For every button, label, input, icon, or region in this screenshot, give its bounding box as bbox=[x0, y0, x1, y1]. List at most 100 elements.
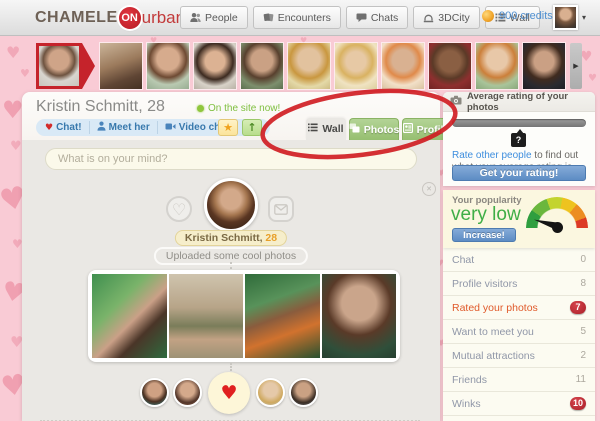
credits-indicator[interactable]: 900 credits bbox=[482, 10, 553, 22]
camera-icon bbox=[450, 95, 462, 108]
liker-avatar[interactable] bbox=[289, 378, 318, 407]
tab-wall-label: Wall bbox=[322, 123, 343, 135]
logo-text-urban: urban bbox=[142, 8, 185, 28]
carousel-photo[interactable] bbox=[429, 43, 471, 89]
heart-pattern-icon: ♥ bbox=[6, 45, 20, 61]
carousel-next-button[interactable]: ▶ bbox=[570, 43, 582, 89]
stat-label: Chat bbox=[452, 254, 474, 266]
status-composer-input[interactable] bbox=[45, 148, 417, 170]
user-menu[interactable]: ▾ bbox=[553, 5, 586, 30]
coin-icon bbox=[482, 10, 494, 22]
chat-button[interactable]: ♥ Chat! bbox=[38, 121, 90, 134]
stat-row-winks[interactable]: Winks 10 bbox=[443, 392, 595, 416]
chat-button-label: Chat! bbox=[56, 122, 82, 133]
city-arch-icon bbox=[423, 12, 434, 23]
profile-header: Kristin Schmitt, 28 On the site now! ♥ C… bbox=[22, 92, 440, 140]
stat-label: Winks bbox=[452, 398, 481, 410]
promo-photo bbox=[36, 43, 82, 89]
tab-photos[interactable]: Photos bbox=[349, 118, 399, 140]
nav-3dcity-button[interactable]: 3DCity bbox=[413, 6, 480, 29]
credits-label: 900 credits bbox=[499, 10, 553, 22]
liker-avatar[interactable] bbox=[256, 378, 285, 407]
get-your-rating-button[interactable]: Get your rating! bbox=[452, 165, 586, 181]
post-author-name[interactable]: Kristin Schmitt, 28 bbox=[175, 230, 287, 246]
dotted-connector bbox=[230, 262, 232, 269]
post-close-icon[interactable]: ✕ bbox=[422, 182, 436, 196]
stat-label: Rated your photos bbox=[452, 302, 538, 314]
post-photo[interactable] bbox=[322, 274, 397, 358]
site-logo[interactable]: CHAMELEONurban bbox=[35, 7, 185, 29]
stat-label: Mutual attractions bbox=[452, 350, 535, 362]
popularity-panel: Your popularity very low Increase! bbox=[443, 190, 595, 248]
carousel-photo[interactable] bbox=[335, 43, 377, 89]
meet-her-button[interactable]: Meet her bbox=[90, 121, 158, 134]
right-sidebar: Average rating of your photos ? Rate oth… bbox=[443, 92, 595, 421]
liker-avatar[interactable] bbox=[173, 378, 202, 407]
post-author-avatar[interactable] bbox=[204, 178, 258, 232]
carousel-photo[interactable] bbox=[100, 43, 142, 89]
status-badge: 10 bbox=[570, 397, 586, 410]
like-heart-icon[interactable]: ♡ bbox=[166, 196, 192, 222]
stat-value: 11 bbox=[576, 374, 586, 385]
status-badge: 7 bbox=[570, 301, 586, 314]
stat-value: 0 bbox=[580, 254, 586, 265]
stat-value: 8 bbox=[580, 278, 586, 289]
person-icon bbox=[97, 121, 106, 134]
stat-row-mutual-attractions[interactable]: Mutual attractions 2 bbox=[443, 344, 595, 368]
stat-row-friends[interactable]: Friends 11 bbox=[443, 368, 595, 392]
stat-label: Want to meet you bbox=[452, 326, 534, 338]
stat-row-want-to-meet-you[interactable]: Want to meet you 5 bbox=[443, 320, 595, 344]
heart-pattern-icon: ♥ bbox=[588, 74, 597, 84]
like-post-button[interactable]: ♥ bbox=[208, 372, 250, 414]
carousel-photo[interactable] bbox=[288, 43, 330, 89]
chat-heart-icon: ♥ bbox=[45, 123, 53, 133]
online-status: On the site now! bbox=[197, 103, 280, 114]
nav-chats-button[interactable]: Chats bbox=[346, 6, 408, 29]
nav-3dcity-label: 3DCity bbox=[438, 12, 470, 24]
increase-popularity-button[interactable]: Increase! bbox=[452, 228, 516, 242]
favorite-star-button[interactable]: ★ bbox=[218, 119, 238, 136]
online-dot-icon bbox=[197, 105, 204, 112]
nav-encounters-button[interactable]: Encounters bbox=[253, 6, 341, 29]
boost-up-button[interactable]: ↑ bbox=[242, 119, 262, 136]
stat-row-chat[interactable]: Chat 0 bbox=[443, 248, 595, 272]
carousel-photo[interactable] bbox=[523, 43, 565, 89]
popularity-value: very low bbox=[451, 204, 521, 226]
meet-her-label: Meet her bbox=[109, 122, 150, 133]
nav-people-button[interactable]: People bbox=[180, 6, 248, 29]
stat-row-rated-your-photos[interactable]: Rated your photos 7 bbox=[443, 296, 595, 320]
tab-wall[interactable]: Wall bbox=[306, 118, 346, 140]
promo-arrow-icon bbox=[82, 43, 95, 89]
online-status-label: On the site now! bbox=[208, 103, 280, 114]
post-photo[interactable] bbox=[169, 274, 244, 358]
user-avatar bbox=[553, 5, 578, 30]
carousel-photo[interactable] bbox=[241, 43, 283, 89]
encounters-icon bbox=[263, 12, 274, 23]
people-carousel: ▶ bbox=[36, 43, 582, 89]
tab-photos-label: Photos bbox=[364, 124, 400, 136]
carousel-photo[interactable] bbox=[382, 43, 424, 89]
top-bar: CHAMELEONurban People Encounters Chats 3… bbox=[0, 0, 600, 36]
rate-other-people-link[interactable]: Rate other people bbox=[452, 150, 532, 161]
carousel-photo[interactable] bbox=[194, 43, 236, 89]
stat-label: Profile visitors bbox=[452, 278, 517, 290]
post-photo[interactable] bbox=[92, 274, 167, 358]
chat-bubble-icon bbox=[356, 12, 367, 23]
carousel-photo[interactable] bbox=[147, 43, 189, 89]
rating-panel-header: Average rating of your photos bbox=[443, 92, 595, 112]
message-envelope-icon[interactable] bbox=[268, 196, 294, 222]
carousel-promo-item[interactable] bbox=[36, 43, 95, 89]
liker-avatar[interactable] bbox=[140, 378, 169, 407]
nav-encounters-label: Encounters bbox=[278, 12, 331, 24]
stat-row-profile-visitors[interactable]: Profile visitors 8 bbox=[443, 272, 595, 296]
carousel-photo[interactable] bbox=[476, 43, 518, 89]
stats-list: Chat 0 Profile visitors 8 Rated your pho… bbox=[443, 248, 595, 421]
logo-text-chamele: CHAMELE bbox=[35, 9, 118, 27]
chevron-down-icon: ▾ bbox=[582, 13, 586, 22]
profile-tab-icon bbox=[403, 123, 413, 136]
stat-value: 5 bbox=[580, 326, 586, 337]
likers-row: ♥ bbox=[22, 372, 440, 414]
nav-people-label: People bbox=[205, 12, 238, 24]
post-photo[interactable] bbox=[245, 274, 320, 358]
photos-tab-icon bbox=[349, 123, 360, 136]
